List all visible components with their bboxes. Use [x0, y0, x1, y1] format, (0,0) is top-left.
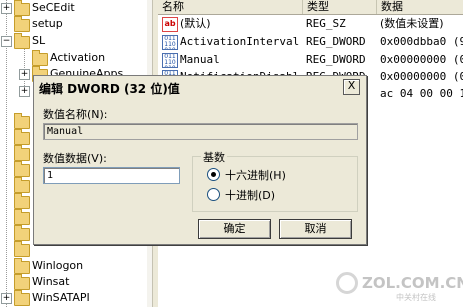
binary-value-icon: 011110010 [162, 53, 178, 68]
value-type: REG_DWORD [306, 53, 366, 66]
dialog-title: 编辑 DWORD (32 位)值 [39, 82, 180, 96]
value-name-field[interactable]: Manual [43, 123, 358, 140]
base-groupbox: 基数 十六进制(H) 十进制(D) [192, 149, 358, 212]
value-data: 0x00000000 (0) [380, 53, 463, 66]
value-name-label: 数值名称(N): [43, 108, 108, 121]
value-name: (默认) [180, 17, 211, 30]
column-header-name[interactable]: 名称 [158, 0, 303, 14]
edit-dword-dialog[interactable]: 编辑 DWORD (32 位)值 X 数值名称(N): Manual 数值数据(… [33, 75, 367, 245]
folder-icon [14, 0, 30, 16]
value-data: 0x000dbba0 (90 [380, 35, 463, 48]
value-data-label: 数值数据(V): [43, 152, 107, 165]
decimal-radio[interactable] [207, 188, 220, 201]
folder-icon [14, 16, 30, 32]
hex-radio-label[interactable]: 十六进制(H) [225, 167, 286, 183]
collapse-icon[interactable]: − [1, 36, 12, 47]
list-header: 名称 类型 数据 [158, 0, 463, 15]
decimal-radio-label[interactable]: 十进制(D) [225, 187, 275, 203]
folder-open-icon [14, 33, 30, 49]
expand-icon[interactable]: + [19, 69, 30, 80]
value-data: ac 04 00 00 1b [380, 87, 463, 100]
folder-icon [14, 161, 30, 177]
column-header-type[interactable]: 类型 [303, 0, 377, 14]
folder-icon [14, 177, 30, 193]
folder-icon [14, 290, 30, 306]
watermark: ZOL.COM.CN 中关村在线 [330, 264, 463, 304]
value-data-input[interactable]: 1 [43, 167, 180, 184]
expand-icon[interactable]: + [19, 86, 30, 97]
tree-item-label: Winsat [32, 275, 70, 288]
folder-icon [14, 193, 30, 209]
folder-icon [14, 145, 30, 161]
folder-icon [32, 50, 48, 66]
watermark-brand: ZOL.COM.CN [362, 274, 463, 292]
binary-value-icon: 011110010 [162, 35, 178, 50]
close-icon: X [347, 79, 356, 92]
folder-icon [14, 274, 30, 290]
cancel-button[interactable]: 取消 [279, 219, 352, 239]
folder-icon [14, 209, 30, 225]
tree-item-label: Activation [50, 51, 106, 64]
expand-icon[interactable]: + [1, 293, 12, 304]
tree-item-label: SL [32, 34, 46, 47]
folder-icon [14, 241, 30, 257]
tree-item-label: setup [32, 17, 63, 30]
string-value-icon: ab [162, 17, 178, 32]
watermark-subtitle: 中关村在线 [396, 293, 436, 302]
tree-connector-line [24, 44, 25, 88]
ok-button[interactable]: 确定 [198, 219, 271, 239]
folder-icon [14, 113, 30, 129]
tree-item-label: Winlogon [32, 259, 84, 272]
zol-logo-icon [336, 272, 358, 294]
folder-icon [14, 258, 30, 274]
value-type: REG_SZ [306, 17, 346, 30]
close-button[interactable]: X [343, 79, 360, 95]
base-group-label: 基数 [201, 149, 227, 165]
value-data: 0x00000000 (0) [380, 70, 463, 83]
hex-radio[interactable] [207, 168, 220, 181]
value-name: Manual [180, 53, 220, 66]
folder-icon [14, 225, 30, 241]
value-type: REG_DWORD [306, 35, 366, 48]
value-data: (数值未设置) [380, 17, 444, 30]
column-header-data[interactable]: 数据 [377, 0, 463, 14]
expand-icon[interactable]: + [1, 3, 12, 14]
dialog-title-bar[interactable]: 编辑 DWORD (32 位)值 X [35, 77, 365, 97]
tree-item-label: WinSATAPI [32, 291, 90, 304]
tree-item-label: SeCEdit [32, 1, 75, 14]
folder-icon [14, 129, 30, 145]
value-name: ActivationInterval [180, 35, 300, 48]
